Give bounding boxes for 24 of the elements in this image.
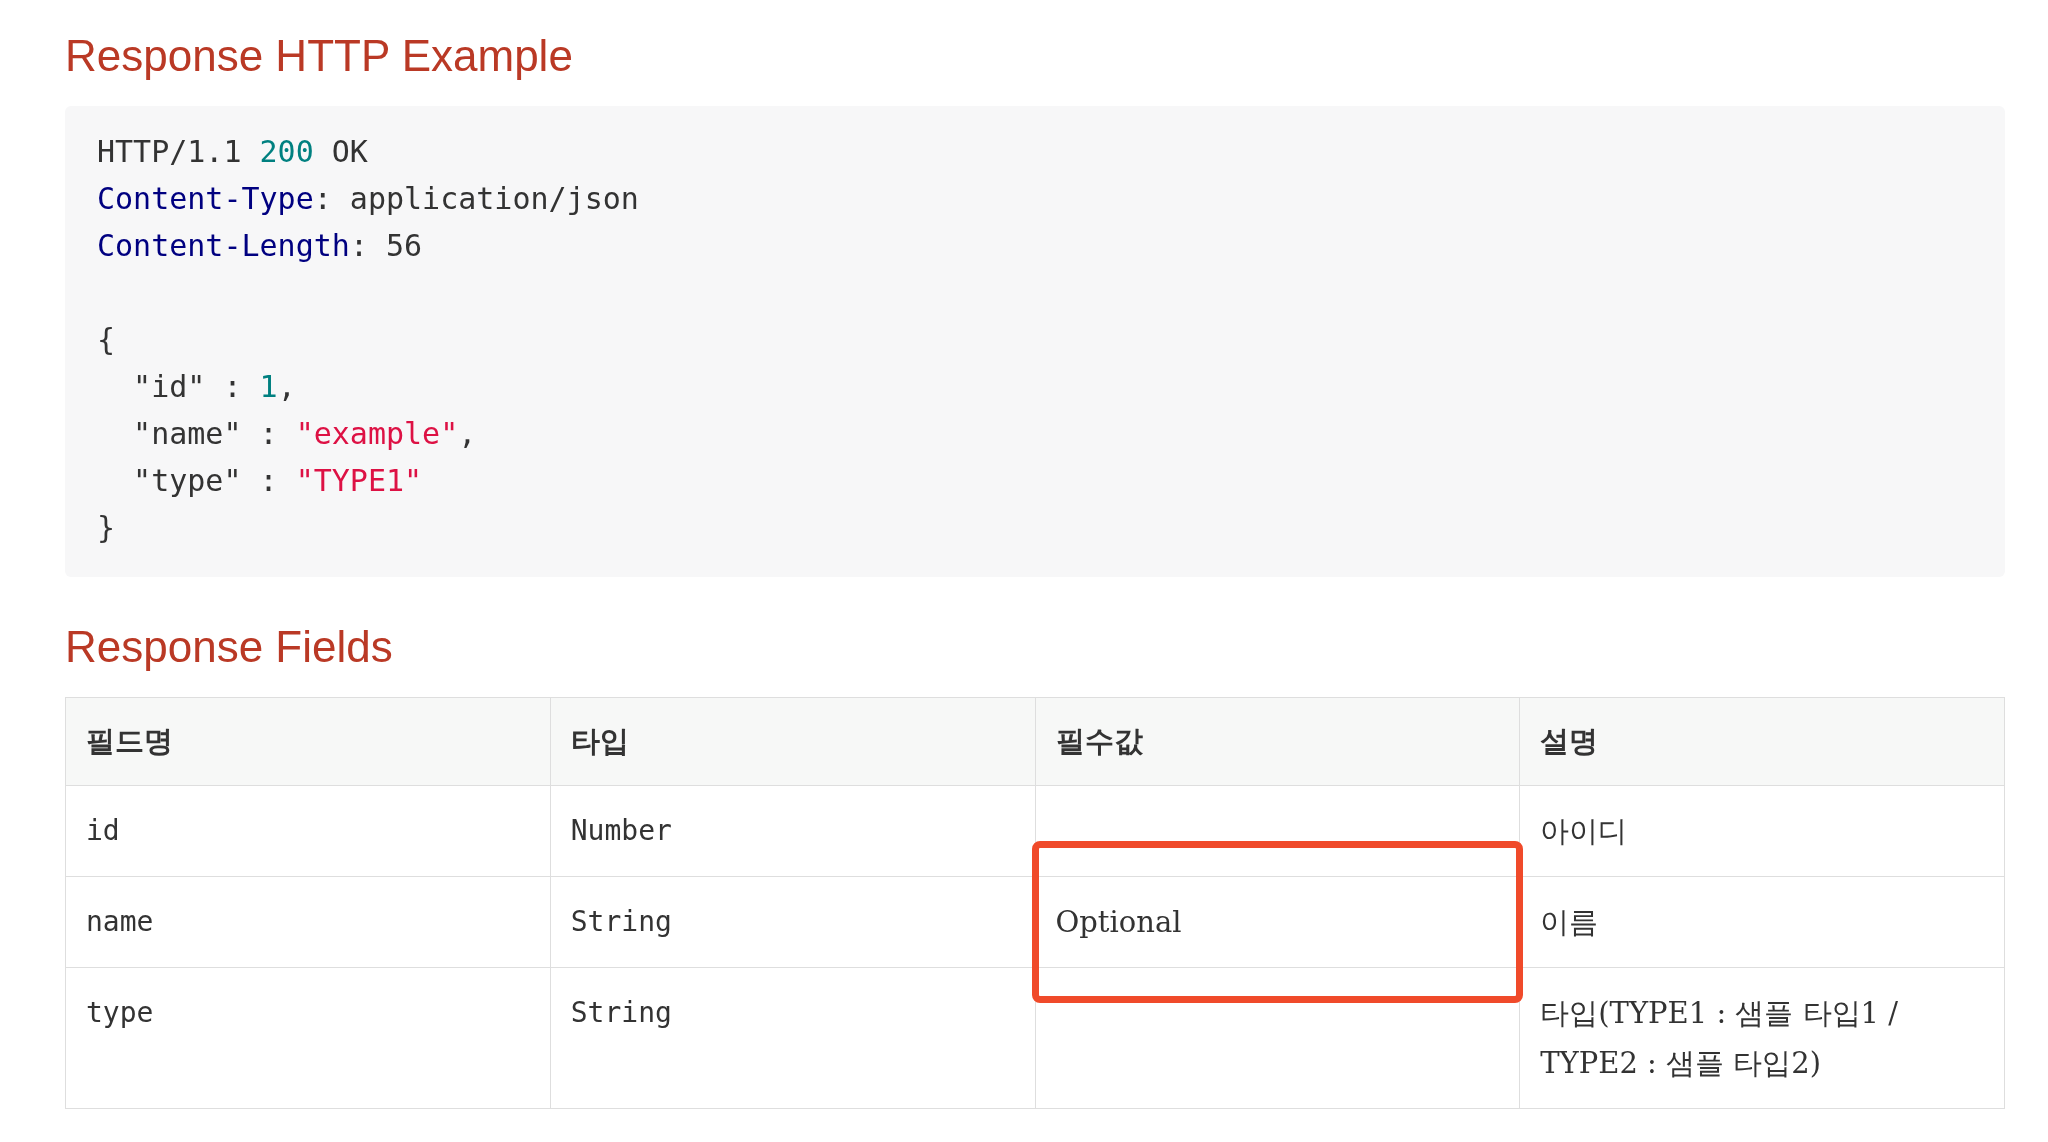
- table-cell: id: [86, 814, 120, 847]
- section-heading: Response Fields: [65, 621, 394, 673]
- table-cell: 아이디: [1540, 814, 1628, 848]
- code-line: }: [97, 509, 117, 547]
- section-heading: Response HTTP Example: [65, 30, 574, 82]
- code-line: Content-Length: 56: [97, 227, 424, 265]
- table-cell: name: [86, 905, 154, 938]
- code-line: "name" : "example",: [132, 415, 478, 453]
- code-line: {: [97, 321, 117, 359]
- code-line: Content-Type: application/json: [97, 180, 640, 218]
- column-header: 타입: [550, 697, 1035, 786]
- table-cell: 이름: [1540, 905, 1599, 939]
- table-cell: Number: [570, 814, 672, 847]
- column-header: 설명: [1519, 697, 2005, 786]
- column-header: 필수값: [1035, 697, 1520, 786]
- table-cell: type: [86, 996, 154, 1029]
- table-cell: String: [570, 905, 672, 938]
- code-line: "type" : "TYPE1": [132, 462, 424, 500]
- table-cell: 타입(TYPE1 : 샘플 타입1 / TYPE2 : 샘플 타입2): [1540, 996, 1899, 1080]
- table-cell: String: [570, 996, 672, 1029]
- table-cell: Optional: [1055, 905, 1182, 939]
- code-line: "id" : 1,: [132, 368, 297, 406]
- code-line: HTTP/1.1 200 OK: [97, 133, 369, 171]
- column-header: 필드명: [65, 697, 551, 786]
